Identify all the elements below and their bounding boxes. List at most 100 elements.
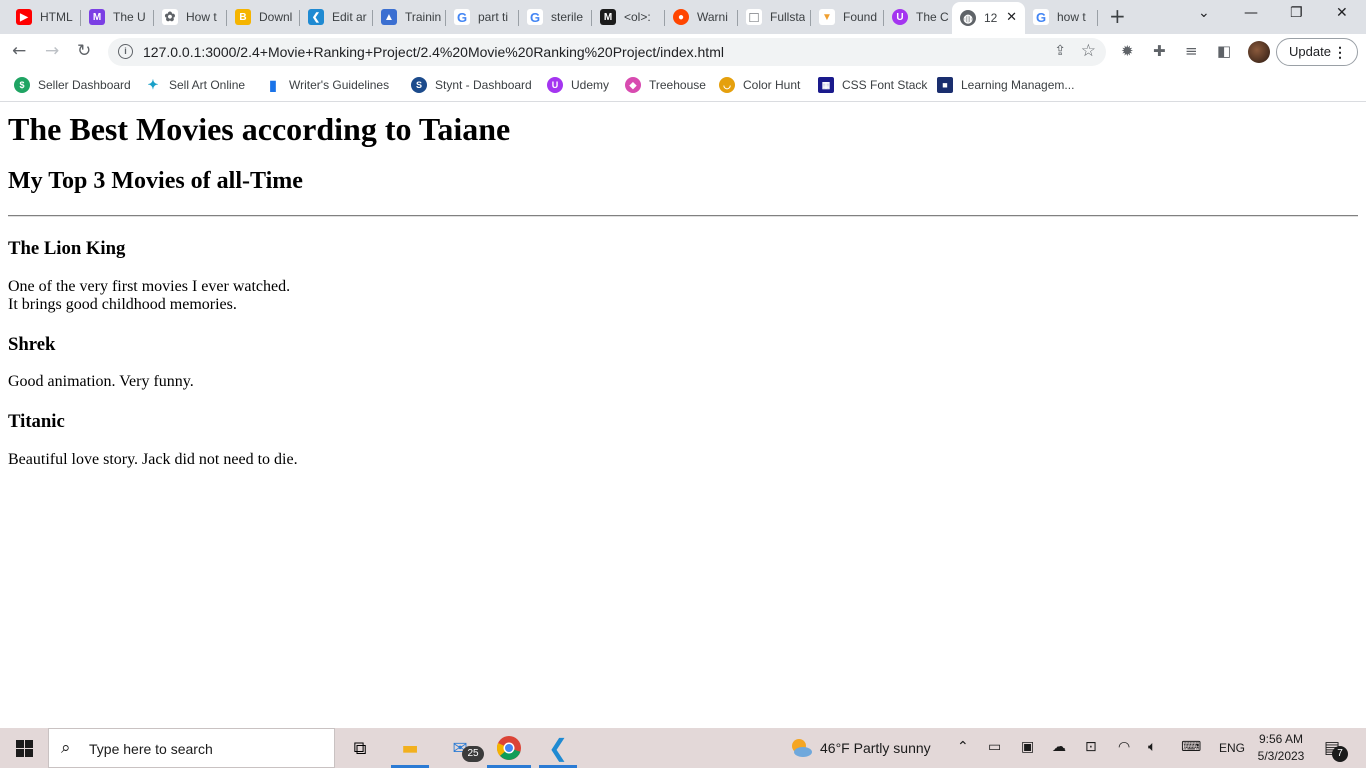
start-tile bbox=[16, 749, 24, 757]
chrome-icon[interactable] bbox=[495, 734, 523, 762]
square-icon: □ bbox=[746, 9, 762, 26]
bookmark-learning-management[interactable]: ■ Learning Managem... bbox=[937, 76, 1074, 94]
tab-7[interactable]: G part ti bbox=[446, 6, 519, 28]
movie-description-3: Beautiful love story. Jack did not need … bbox=[8, 451, 298, 468]
vscode-icon[interactable]: ❮ bbox=[544, 734, 572, 762]
tab-9[interactable]: M <ol>: bbox=[592, 6, 665, 28]
meet-now-icon[interactable]: ▣ bbox=[1021, 739, 1034, 755]
notification-count: 7 bbox=[1332, 746, 1348, 762]
tab-search-chevron-icon[interactable]: ⌄ bbox=[1198, 5, 1210, 21]
tab-6[interactable]: ▲ Trainin bbox=[373, 6, 446, 28]
movie-description-2: Good animation. Very funny. bbox=[8, 373, 194, 390]
movie-title-3: Titanic bbox=[8, 411, 65, 432]
bookmark-seller-dashboard[interactable]: $ Seller Dashboard bbox=[14, 76, 131, 94]
tab-11[interactable]: □ Fullsta bbox=[738, 6, 811, 28]
divider bbox=[8, 215, 1358, 217]
tab-15[interactable]: G how t bbox=[1025, 6, 1098, 28]
bookmark-label: Treehouse bbox=[649, 78, 706, 92]
tab-14-active[interactable]: ◍ 12 ✕ bbox=[952, 2, 1025, 34]
bug-extension-icon[interactable]: ✹ bbox=[1121, 42, 1134, 60]
graduation-cap-icon: ▲ bbox=[381, 9, 397, 25]
volume-icon[interactable]: 🔈︎ bbox=[1148, 739, 1156, 755]
profile-avatar[interactable] bbox=[1248, 41, 1270, 63]
tab-label: sterile bbox=[551, 10, 584, 24]
stynt-logo-icon: S bbox=[411, 77, 427, 93]
update-label: Update bbox=[1289, 44, 1331, 59]
input-language[interactable]: ENG bbox=[1219, 741, 1245, 755]
udemy-icon: U bbox=[547, 77, 563, 93]
show-hidden-icons-chevron[interactable]: ⌃ bbox=[957, 739, 969, 755]
tab-2[interactable]: M The U bbox=[81, 6, 154, 28]
tab-strip: ▶ HTML M The U ✿ How t B Downl ❮ Edit ar… bbox=[0, 0, 1366, 34]
menu-kebab-icon: ⋮ bbox=[1333, 44, 1347, 60]
start-tile bbox=[16, 740, 24, 748]
google-icon: G bbox=[1033, 9, 1049, 25]
share-icon[interactable]: ⇪ bbox=[1054, 43, 1066, 59]
start-tile bbox=[25, 749, 33, 757]
bookmark-color-hunt[interactable]: ◡ Color Hunt bbox=[719, 76, 800, 94]
bookmark-css-font-stack[interactable]: ▦ CSS Font Stack bbox=[818, 76, 927, 94]
onedrive-cloud-icon[interactable]: ☁ bbox=[1052, 739, 1066, 755]
page-subtitle: My Top 3 Movies of all-Time bbox=[8, 168, 303, 194]
tab-4[interactable]: B Downl bbox=[227, 6, 300, 28]
tab-3[interactable]: ✿ How t bbox=[154, 6, 227, 28]
reload-button[interactable]: ↻ bbox=[77, 41, 91, 61]
weather-text[interactable]: 46°F Partly sunny bbox=[820, 740, 931, 756]
bookmark-sell-art-online[interactable]: ✦ Sell Art Online bbox=[145, 76, 245, 94]
search-placeholder: Type here to search bbox=[89, 741, 213, 757]
battery-icon[interactable]: ▭ bbox=[988, 739, 1001, 755]
partly-sunny-icon[interactable] bbox=[789, 736, 813, 760]
bookmark-writers-guidelines[interactable]: ▮ Writer's Guidelines bbox=[265, 76, 389, 94]
m-logo-icon: M bbox=[89, 9, 105, 25]
new-tab-button[interactable]: + bbox=[1109, 6, 1126, 26]
tab-8[interactable]: G sterile bbox=[519, 6, 592, 28]
clock-date: 5/3/2023 bbox=[1257, 749, 1305, 763]
mdn-icon: M bbox=[600, 9, 616, 25]
url-text[interactable]: 127.0.0.1:3000/2.4+Movie+Ranking+Project… bbox=[143, 44, 724, 60]
file-explorer-icon[interactable]: ▬ bbox=[396, 734, 424, 762]
book-icon: ■ bbox=[937, 77, 953, 93]
page-title: The Best Movies according to Taiane bbox=[8, 111, 511, 147]
task-view-icon[interactable]: ⧉ bbox=[346, 734, 374, 762]
wifi-icon[interactable]: ◠ bbox=[1118, 739, 1130, 755]
fox-icon: ▼ bbox=[819, 9, 835, 25]
display-icon[interactable]: ⊡ bbox=[1085, 739, 1097, 755]
media-queue-icon[interactable]: ≡ bbox=[1185, 42, 1198, 60]
bookmark-treehouse[interactable]: ◆ Treehouse bbox=[625, 76, 706, 94]
taskbar-search-box[interactable]: ⌕ Type here to search bbox=[48, 728, 335, 768]
bookmark-star-icon[interactable]: ☆ bbox=[1081, 41, 1096, 61]
tab-1[interactable]: ▶ HTML bbox=[8, 6, 81, 28]
search-icon: ⌕ bbox=[61, 738, 71, 758]
windows-taskbar: ⌕ Type here to search ⧉ ▬ ✉ 25 ❮ 46°F Pa… bbox=[0, 728, 1366, 768]
vscode-icon: ❮ bbox=[308, 9, 324, 25]
tab-label: Fullsta bbox=[770, 10, 806, 24]
tab-10[interactable]: ● Warni bbox=[665, 6, 738, 28]
tab-13[interactable]: U The C bbox=[884, 6, 952, 28]
extensions-puzzle-icon[interactable]: ✚ bbox=[1153, 42, 1166, 60]
restore-button[interactable]: ❐ bbox=[1290, 5, 1303, 21]
tab-5[interactable]: ❮ Edit ar bbox=[300, 6, 373, 28]
mail-badge: 25 bbox=[462, 746, 484, 762]
bookmark-label: Udemy bbox=[571, 78, 610, 92]
close-tab-icon[interactable]: ✕ bbox=[1006, 10, 1017, 25]
site-info-icon[interactable]: i bbox=[118, 44, 133, 59]
udemy-icon: U bbox=[892, 9, 908, 25]
globe-icon: ◍ bbox=[960, 10, 976, 26]
keyboard-icon[interactable]: ⌨ bbox=[1181, 739, 1201, 755]
back-button[interactable]: ← bbox=[12, 41, 26, 61]
windows-start-icon[interactable] bbox=[16, 740, 33, 757]
tab-label: Edit ar bbox=[332, 10, 367, 24]
close-window-button[interactable]: ✕ bbox=[1336, 5, 1348, 21]
system-clock[interactable]: 9:56 AM 5/3/2023 bbox=[1256, 731, 1306, 765]
update-button[interactable]: Update ⋮ bbox=[1276, 38, 1358, 66]
google-icon: G bbox=[527, 9, 543, 25]
bookmark-udemy[interactable]: U Udemy bbox=[547, 76, 609, 94]
tab-label: The C bbox=[916, 10, 949, 24]
tab-12[interactable]: ▼ Found bbox=[811, 6, 884, 28]
side-panel-icon[interactable]: ◧ bbox=[1217, 42, 1231, 60]
minimize-button[interactable]: — bbox=[1244, 5, 1258, 21]
forward-button[interactable]: → bbox=[45, 41, 59, 61]
tab-label: How t bbox=[186, 10, 217, 24]
address-bar[interactable]: i 127.0.0.1:3000/2.4+Movie+Ranking+Proje… bbox=[108, 38, 1106, 66]
bookmark-stynt-dashboard[interactable]: S Stynt - Dashboard bbox=[411, 76, 532, 94]
